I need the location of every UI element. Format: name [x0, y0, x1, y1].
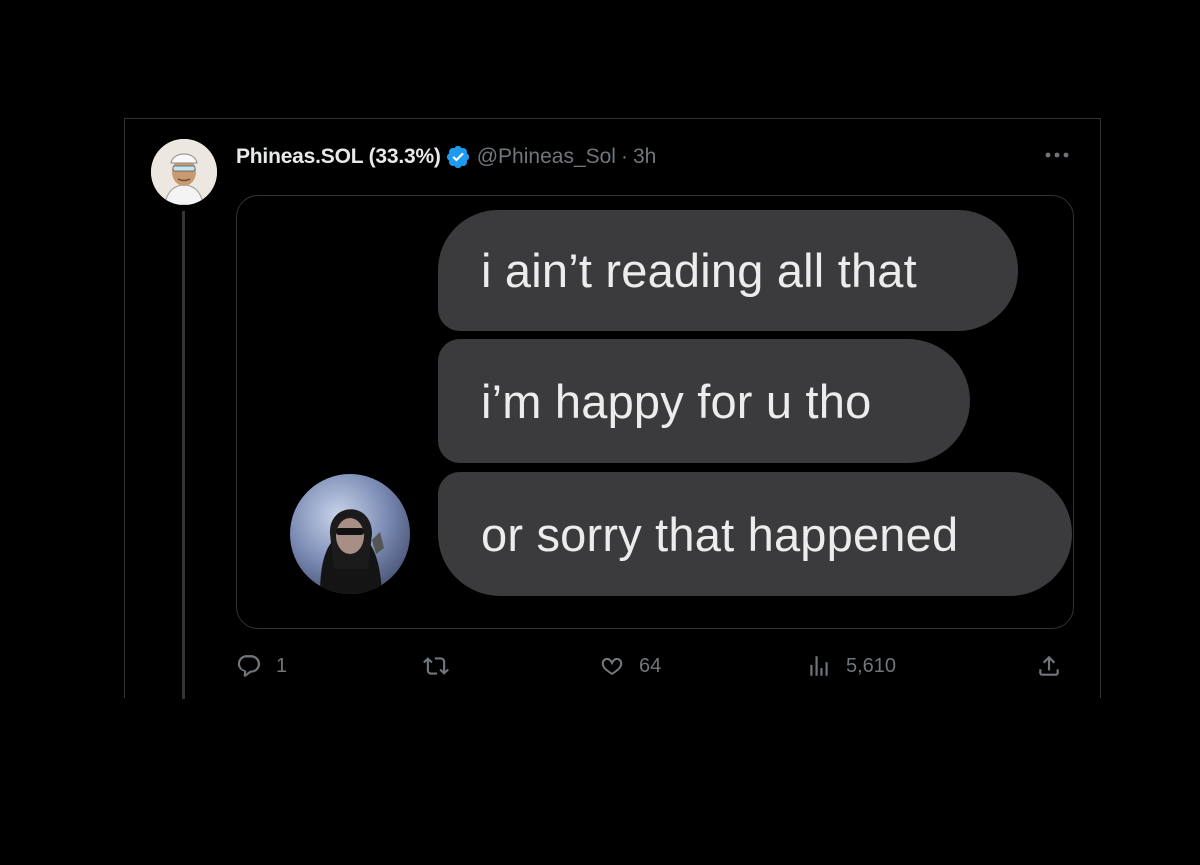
like-icon	[601, 657, 623, 676]
reply-button[interactable]: 1	[236, 651, 287, 681]
separator-dot: ·	[620, 145, 628, 168]
tweet-media-image[interactable]: i ain’t reading all that i’m happy for u…	[236, 195, 1074, 629]
message-text: or sorry that happened	[481, 507, 959, 561]
message-text: i ain’t reading all that	[481, 244, 917, 297]
retweet-button[interactable]	[423, 651, 463, 681]
view-count: 5,610	[846, 654, 897, 677]
display-name[interactable]: Phineas.SOL (33.3%)	[236, 145, 441, 169]
like-button[interactable]: 64	[599, 651, 661, 681]
like-count: 64	[639, 654, 662, 677]
tweet-timestamp[interactable]: 3h	[633, 145, 656, 169]
tweet[interactable]: Phineas.SOL (33.3%) @Phineas_Sol · 3h i …	[124, 118, 1101, 699]
message-bubble: i’m happy for u tho	[438, 339, 970, 463]
more-icon[interactable]	[1042, 145, 1072, 165]
tweet-actions: 1 64 5,610	[236, 651, 1074, 681]
message-bubble: or sorry that happened	[438, 472, 1072, 596]
message-bubble: i ain’t reading all that	[438, 210, 1018, 331]
views-icon	[810, 656, 828, 676]
reply-count: 1	[276, 654, 288, 677]
views-button[interactable]: 5,610	[806, 651, 896, 681]
thread-line	[182, 211, 185, 699]
share-icon	[1039, 655, 1059, 676]
reply-icon	[237, 655, 261, 677]
tweet-header: Phineas.SOL (33.3%) @Phineas_Sol · 3h	[236, 143, 656, 171]
verified-badge-icon	[445, 144, 471, 170]
message-text: i’m happy for u tho	[481, 374, 872, 428]
author-handle[interactable]: @Phineas_Sol	[477, 145, 616, 169]
sender-avatar	[290, 474, 410, 594]
share-button[interactable]	[1036, 651, 1062, 681]
author-avatar[interactable]	[151, 139, 217, 205]
retweet-icon	[423, 657, 449, 675]
